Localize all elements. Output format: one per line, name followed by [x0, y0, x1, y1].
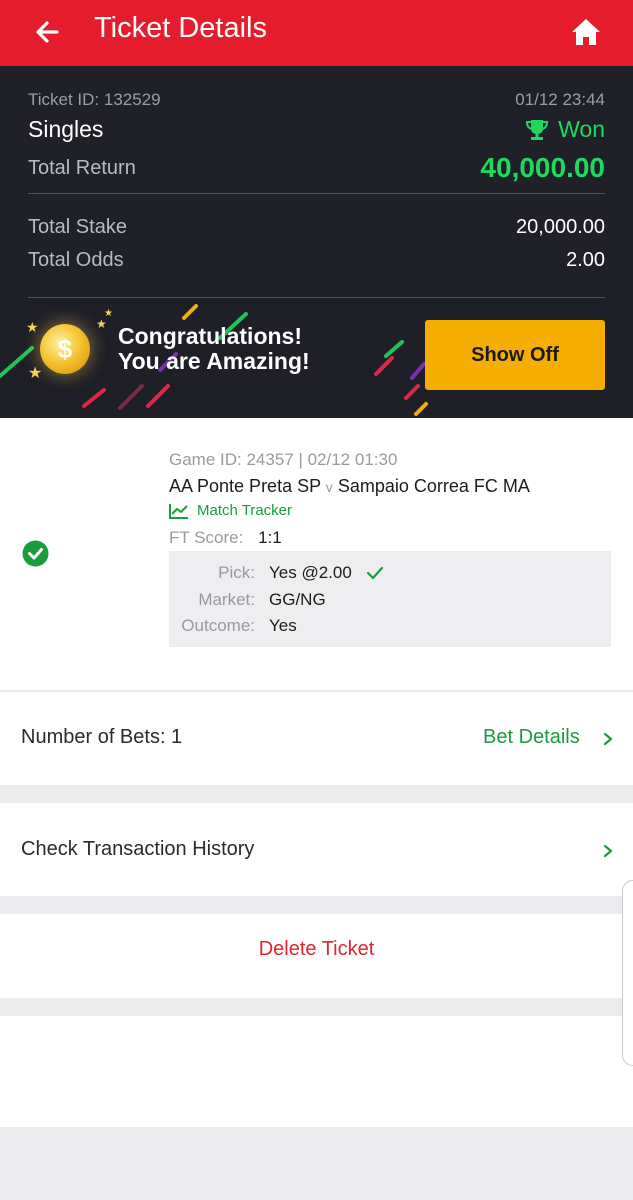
chevron-right-icon: [603, 732, 613, 746]
ticket-datetime: 01/12 23:44: [515, 90, 605, 109]
outcome-value: Yes: [269, 616, 297, 635]
total-return-label: Total Return: [28, 156, 136, 179]
number-of-bets-row[interactable]: Number of Bets: 1 Bet Details: [0, 692, 633, 785]
game-card: Game ID: 24357 | 02/12 01:30 AA Ponte Pr…: [0, 418, 633, 690]
market-label: Market:: [198, 590, 255, 609]
away-team: Sampaio Correa FC MA: [337, 476, 530, 496]
total-odds-value: 2.00: [566, 249, 605, 271]
congrats-text: Congratulations! You are Amazing!: [118, 324, 310, 374]
ft-score-value: 1:1: [258, 528, 282, 547]
ft-score-label: FT Score:: [169, 528, 244, 547]
svg-text:★: ★: [104, 308, 113, 319]
svg-text:★: ★: [26, 320, 39, 336]
home-icon[interactable]: [568, 14, 604, 50]
transaction-history-label: Check Transaction History: [21, 838, 255, 860]
empty-panel: [0, 1016, 633, 1127]
outcome-label: Outcome:: [181, 616, 255, 635]
line-chart-icon: [169, 503, 188, 519]
app-bar: Ticket Details: [0, 0, 633, 66]
status-text: Won: [558, 116, 605, 142]
check-circle-icon: [22, 540, 49, 567]
transaction-history-row[interactable]: Check Transaction History: [0, 803, 633, 896]
congrats-line-2: You are Amazing!: [118, 348, 310, 374]
total-return-value: 40,000.00: [480, 152, 605, 183]
chevron-right-icon: [603, 844, 613, 858]
pick-value-group: Yes @2.00: [269, 563, 384, 583]
ticket-id: Ticket ID: 132529: [28, 90, 161, 109]
bet-type: Singles: [28, 116, 104, 142]
total-stake-value: 20,000.00: [516, 216, 605, 238]
page-title: Ticket Details: [94, 12, 267, 44]
coin-icon: $: [40, 324, 90, 374]
ticket-summary: Ticket ID: 132529 01/12 23:44 Singles Wo…: [0, 66, 633, 418]
delete-ticket-row: Delete Ticket: [0, 914, 633, 998]
pick-label: Pick:: [218, 563, 255, 582]
trophy-icon: [526, 119, 549, 140]
total-stake-label: Total Stake: [28, 216, 127, 238]
checkmark-icon: [366, 566, 383, 580]
congrats-banner: ★ ★ ★ ★ $ Congratulations! You are Amazi…: [0, 298, 633, 418]
total-odds-label: Total Odds: [28, 249, 124, 271]
match-tracker-link[interactable]: Match Tracker: [169, 502, 292, 519]
pick-details: Pick: Yes @2.00 Market: GG/NG Outcome: Y…: [169, 551, 611, 647]
number-of-bets-label: Number of Bets: 1: [21, 726, 183, 748]
side-scroll-handle[interactable]: [622, 880, 633, 1066]
back-arrow-icon[interactable]: [30, 14, 66, 50]
match-tracker-label: Match Tracker: [197, 502, 293, 519]
divider: [28, 193, 605, 194]
game-meta: Game ID: 24357 | 02/12 01:30: [169, 450, 398, 469]
bet-details-link[interactable]: Bet Details: [483, 726, 580, 749]
match-teams: AA Ponte Preta SP v Sampaio Correa FC MA: [169, 476, 530, 497]
delete-ticket-button[interactable]: Delete Ticket: [0, 938, 633, 961]
svg-text:★: ★: [28, 363, 42, 382]
congrats-line-1: Congratulations!: [118, 323, 302, 349]
ft-score: FT Score: 1:1: [169, 528, 282, 548]
pick-value: Yes @2.00: [269, 563, 352, 582]
show-off-button[interactable]: Show Off: [425, 320, 605, 390]
market-value: GG/NG: [269, 590, 326, 609]
versus-label: v: [325, 479, 333, 495]
svg-text:★: ★: [96, 317, 107, 331]
status-badge: Won: [524, 116, 605, 143]
home-team: AA Ponte Preta SP: [169, 476, 321, 496]
